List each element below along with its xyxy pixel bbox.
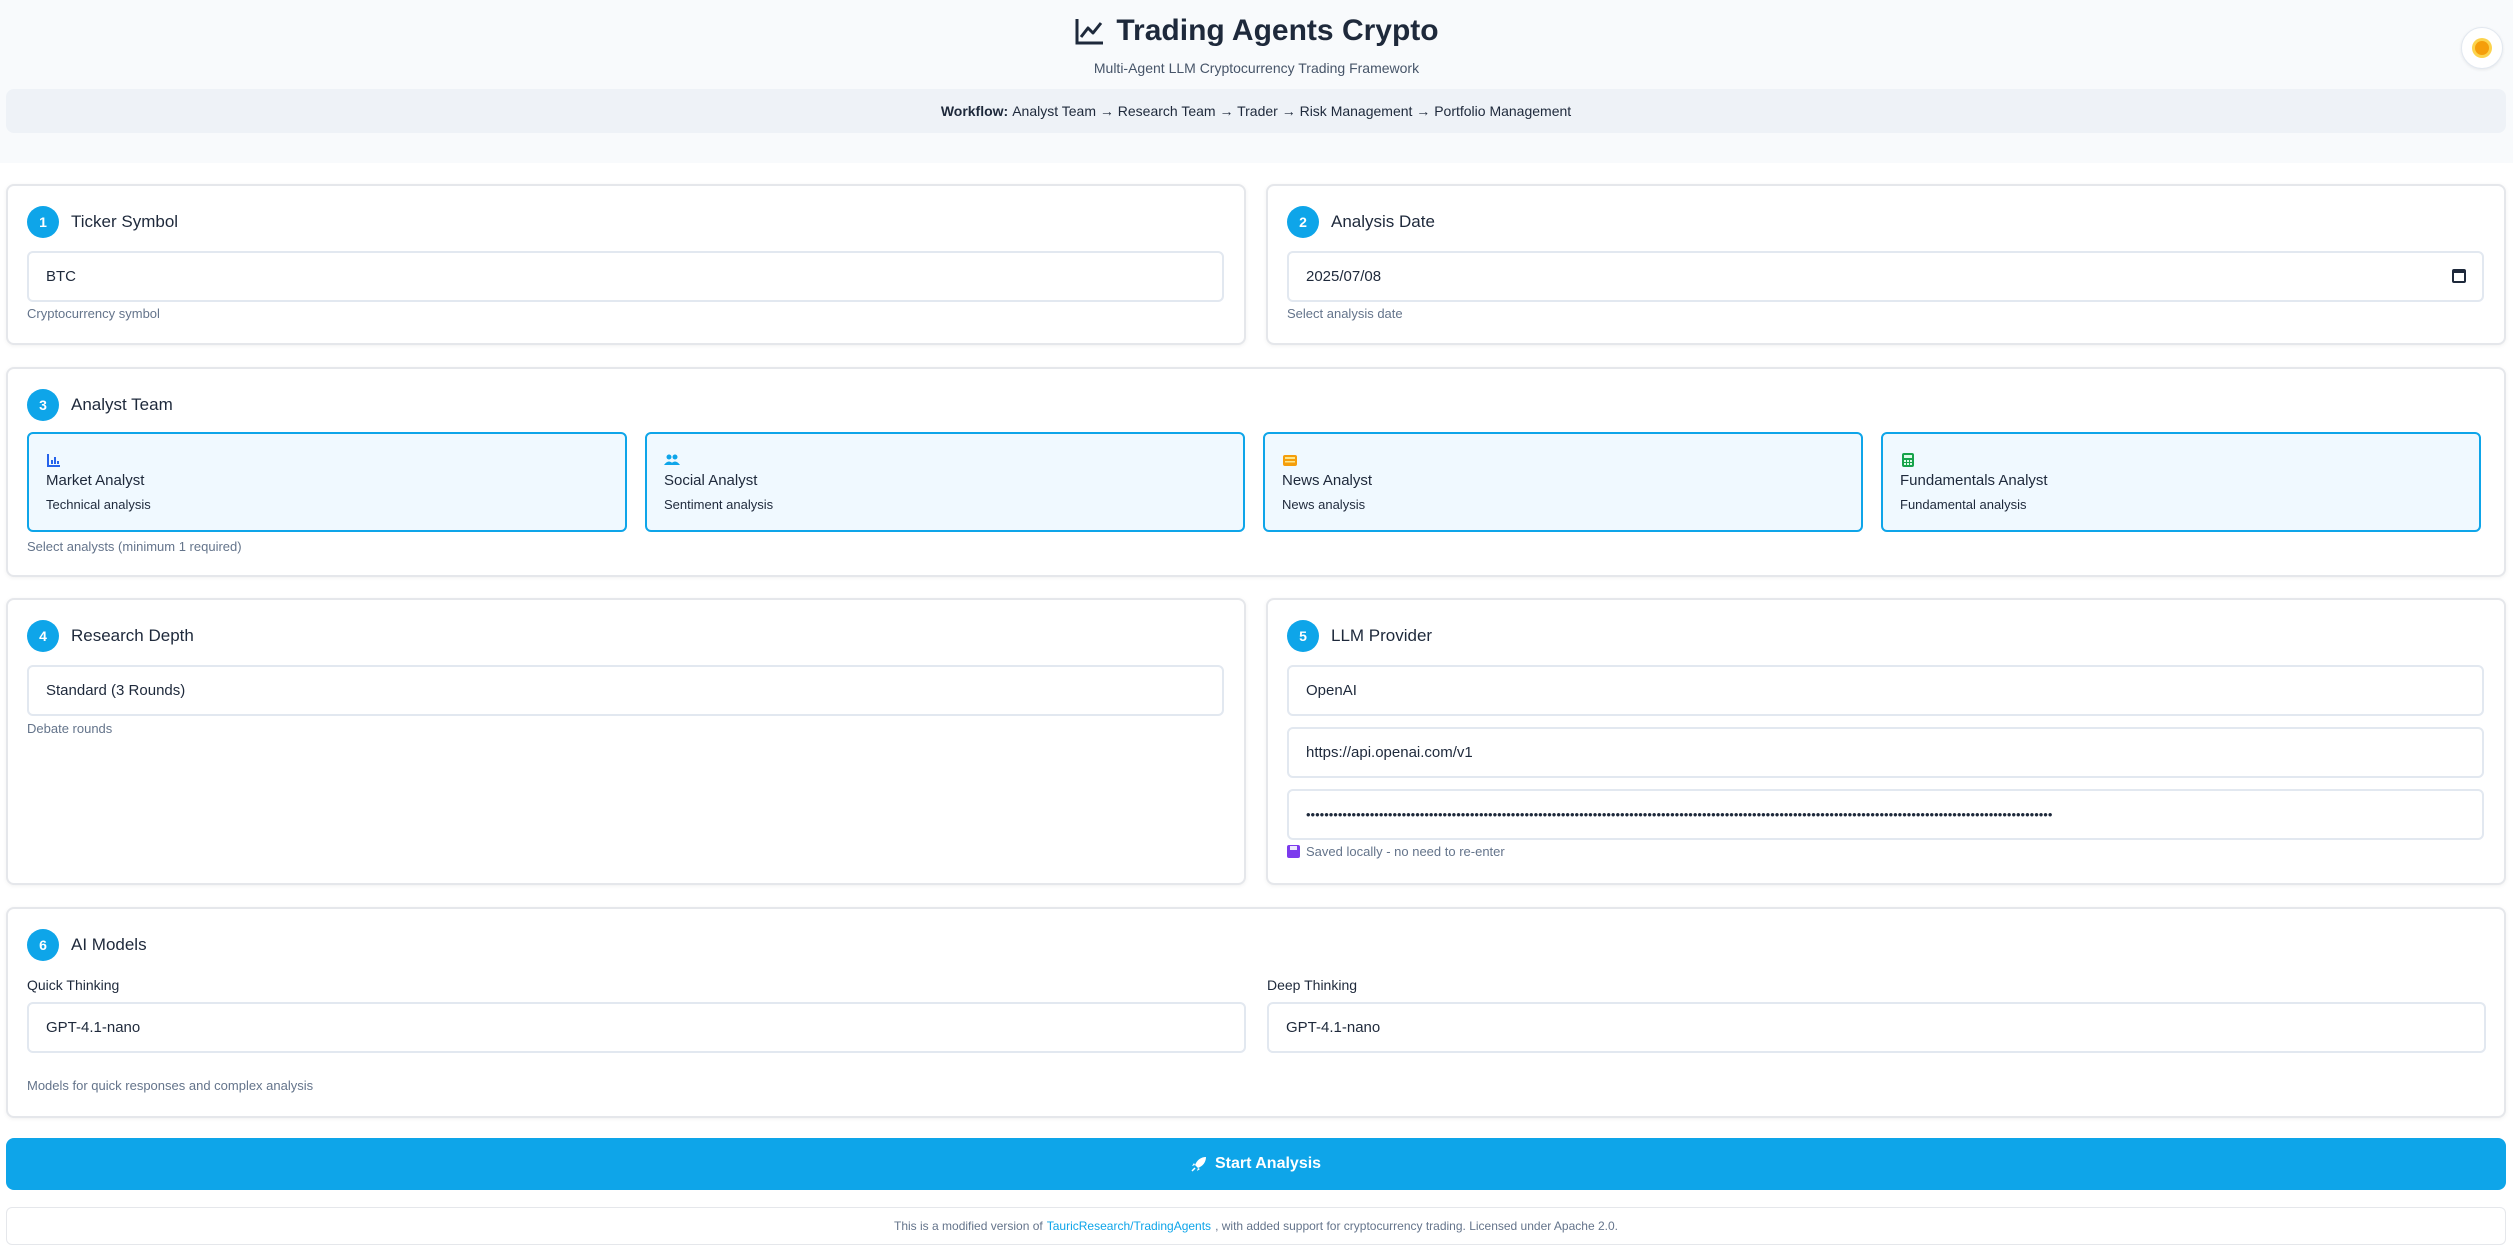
ticker-card-title: Ticker Symbol [71, 212, 179, 231]
quick-thinking-select[interactable]: GPT-4.1-nano [27, 1002, 1246, 1053]
workflow-steps: Analyst Team → Research Team → Trader → … [1012, 103, 1572, 119]
depth-hint: Debate rounds [27, 721, 113, 736]
bar-chart-icon [47, 454, 60, 467]
theme-toggle-button[interactable] [2461, 27, 2503, 69]
llm-provider-select[interactable]: OpenAI [1287, 665, 2484, 716]
start-analysis-label: Start Analysis [1214, 1155, 1322, 1172]
llm-provider-value: OpenAI [1306, 682, 1357, 699]
analyst-option-market[interactable]: Market Analyst Technical analysis [27, 432, 627, 532]
llm-provider-card: 5 LLM Provider OpenAI https://api.openai… [1266, 598, 2506, 885]
footer-prefix: This is a modified version of [894, 1219, 1043, 1233]
calendar-icon[interactable] [2452, 269, 2466, 283]
date-input-value: 2025/07/08 [1306, 268, 1382, 285]
depth-card-header: 4 Research Depth [27, 620, 194, 652]
api-url-value: https://api.openai.com/v1 [1306, 744, 1473, 761]
footer-note: This is a modified version of TauricRese… [6, 1207, 2506, 1245]
ticker-hint: Cryptocurrency symbol [27, 306, 160, 321]
saved-locally-note: Saved locally - no need to re-enter [1287, 844, 1505, 859]
models-card-header: 6 AI Models [27, 929, 147, 961]
page-title-text: Trading Agents Crypto [1116, 14, 1439, 47]
analyst-name: News Analyst [1282, 472, 1373, 489]
step-number-badge: 6 [27, 929, 59, 961]
deep-thinking-select[interactable]: GPT-4.1-nano [1267, 1002, 2486, 1053]
quick-thinking-value: GPT-4.1-nano [46, 1019, 141, 1036]
depth-card-title: Research Depth [71, 626, 194, 645]
quick-thinking-label: Quick Thinking [27, 977, 120, 993]
llm-card-header: 5 LLM Provider [1287, 620, 1432, 652]
sun-icon [2475, 41, 2489, 55]
ticker-card: 1 Ticker Symbol BTC Cryptocurrency symbo… [6, 184, 1246, 345]
date-hint: Select analysis date [1287, 306, 1403, 321]
floppy-disk-icon [1287, 845, 1300, 858]
ai-models-card: 6 AI Models Quick Thinking GPT-4.1-nano … [6, 907, 2506, 1118]
newspaper-icon [1283, 455, 1297, 466]
analyst-name: Fundamentals Analyst [1900, 472, 2048, 489]
ticker-input[interactable]: BTC [27, 251, 1224, 302]
llm-card-title: LLM Provider [1331, 626, 1433, 645]
api-key-input[interactable]: ••••••••••••••••••••••••••••••••••••••••… [1287, 789, 2484, 840]
ticker-input-value: BTC [46, 268, 76, 285]
workflow-banner: Workflow: Analyst Team → Research Team →… [6, 89, 2506, 133]
analyst-card-title: Analyst Team [71, 395, 173, 414]
users-icon [664, 454, 680, 465]
step-number-badge: 5 [1287, 620, 1319, 652]
step-number-badge: 1 [27, 206, 59, 238]
date-input[interactable]: 2025/07/08 [1287, 251, 2484, 302]
workflow-label: Workflow: [940, 103, 1009, 119]
research-depth-value: Standard (3 Rounds) [46, 682, 186, 699]
analyst-option-fundamentals[interactable]: Fundamentals Analyst Fundamental analysi… [1881, 432, 2481, 532]
analyst-name: Social Analyst [664, 472, 758, 489]
models-card-title: AI Models [71, 935, 147, 954]
footer-suffix: , with added support for cryptocurrency … [1215, 1219, 1618, 1233]
step-number-badge: 4 [27, 620, 59, 652]
date-card-header: 2 Analysis Date [1287, 206, 1435, 238]
analyst-team-card: 3 Analyst Team Market Analyst Technical … [6, 367, 2506, 577]
step-number-badge: 2 [1287, 206, 1319, 238]
analyst-desc: Technical analysis [46, 497, 151, 512]
analyst-desc: Fundamental analysis [1900, 497, 2027, 512]
calculator-icon [1902, 453, 1914, 467]
deep-thinking-label: Deep Thinking [1267, 977, 1358, 993]
analyst-card-header: 3 Analyst Team [27, 389, 173, 421]
saved-note-text: Saved locally - no need to re-enter [1306, 844, 1505, 859]
api-url-input[interactable]: https://api.openai.com/v1 [1287, 727, 2484, 778]
analyst-option-news[interactable]: News Analyst News analysis [1263, 432, 1863, 532]
analyst-desc: News analysis [1282, 497, 1366, 512]
page-subtitle: Multi-Agent LLM Cryptocurrency Trading F… [1093, 60, 1420, 76]
deep-thinking-value: GPT-4.1-nano [1286, 1019, 1381, 1036]
date-card-title: Analysis Date [1331, 212, 1435, 231]
analyst-option-social[interactable]: Social Analyst Sentiment analysis [645, 432, 1245, 532]
page-title: Trading Agents Crypto [0, 14, 2513, 48]
step-number-badge: 3 [27, 389, 59, 421]
analyst-name: Market Analyst [46, 472, 145, 489]
ticker-card-header: 1 Ticker Symbol [27, 206, 178, 238]
footer-repo-link[interactable]: TauricResearch/TradingAgents [1047, 1219, 1211, 1233]
analyst-hint: Select analysts (minimum 1 required) [27, 539, 242, 554]
page-header: Trading Agents Crypto Multi-Agent LLM Cr… [0, 0, 2513, 163]
date-card: 2 Analysis Date 2025/07/08 Select analys… [1266, 184, 2506, 345]
research-depth-select[interactable]: Standard (3 Rounds) [27, 665, 1224, 716]
chart-line-icon [1075, 19, 1104, 45]
api-key-value: ••••••••••••••••••••••••••••••••••••••••… [1306, 807, 2053, 822]
rocket-icon [1191, 1157, 1206, 1172]
research-depth-card: 4 Research Depth Standard (3 Rounds) Deb… [6, 598, 1246, 885]
models-hint: Models for quick responses and complex a… [27, 1078, 314, 1093]
analyst-desc: Sentiment analysis [664, 497, 774, 512]
start-analysis-button[interactable]: Start Analysis [6, 1138, 2506, 1190]
